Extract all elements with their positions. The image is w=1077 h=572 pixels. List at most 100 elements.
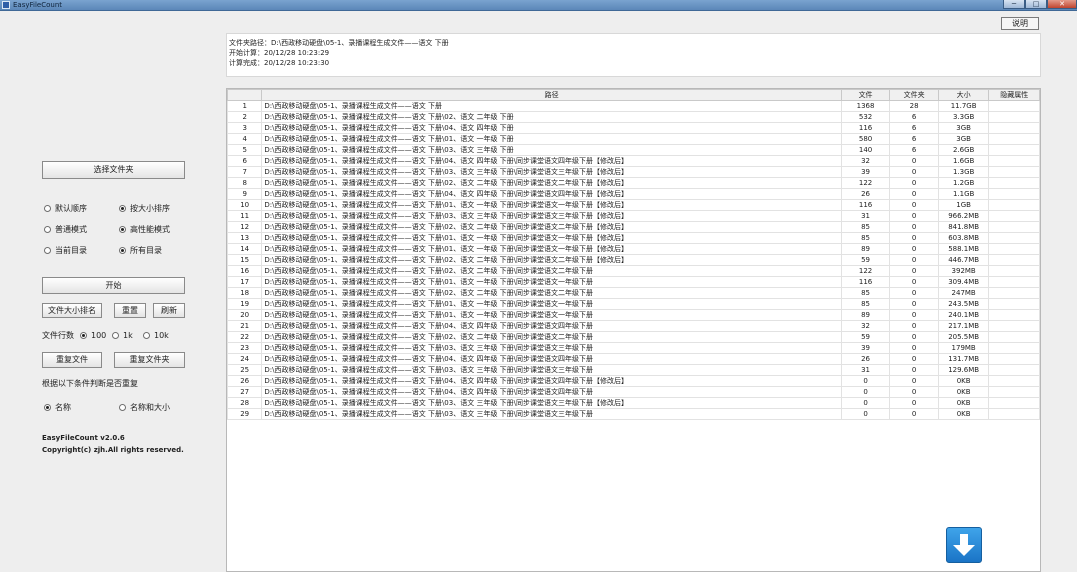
table-row[interactable]: 21 D:\西政移动硬盘\05-1、录播课程生成文件——语文 下册\04、语文 四…: [227, 320, 1040, 332]
table-row[interactable]: 20 D:\西政移动硬盘\05-1、录播课程生成文件——语文 下册\01、语文 一…: [227, 309, 1040, 321]
row-index-cell: 10: [227, 199, 263, 211]
mode-normal-radio[interactable]: 普通模式: [44, 224, 87, 236]
col-files-header[interactable]: 文件: [840, 89, 891, 101]
table-row[interactable]: 28 D:\西政移动硬盘\05-1、录播课程生成文件——语文 下册\03、语文 三…: [227, 397, 1040, 409]
dup-files-button[interactable]: 重复文件: [42, 352, 102, 368]
row-path-cell: D:\西政移动硬盘\05-1、录播课程生成文件——语文 下册\03、语文 三年级…: [261, 408, 842, 420]
row-files-cell: 1368: [840, 100, 891, 112]
row-index-cell: 3: [227, 122, 263, 134]
table-row[interactable]: 4 D:\西政移动硬盘\05-1、录播课程生成文件——语文 下册\01、语文 一年…: [227, 133, 1040, 145]
maximize-button[interactable]: □: [1025, 0, 1047, 9]
table-row[interactable]: 24 D:\西政移动硬盘\05-1、录播课程生成文件——语文 下册\04、语文 四…: [227, 353, 1040, 365]
order-size-radio[interactable]: 按大小排序: [119, 203, 170, 215]
col-folders-header[interactable]: 文件夹: [889, 89, 939, 101]
order-default-radio[interactable]: 默认顺序: [44, 203, 87, 215]
table-row[interactable]: 9 D:\西政移动硬盘\05-1、录播课程生成文件——语文 下册\04、语文 四年…: [227, 188, 1040, 200]
table-row[interactable]: 17 D:\西政移动硬盘\05-1、录播课程生成文件——语文 下册\01、语文 一…: [227, 276, 1040, 288]
row-index-cell: 8: [227, 177, 263, 189]
row-folders-cell: 0: [889, 342, 939, 354]
table-row[interactable]: 7 D:\西政移动硬盘\05-1、录播课程生成文件——语文 下册\03、语文 三年…: [227, 166, 1040, 178]
table-row[interactable]: 25 D:\西政移动硬盘\05-1、录播课程生成文件——语文 下册\03、语文 三…: [227, 364, 1040, 376]
close-button[interactable]: ✕: [1047, 0, 1077, 9]
table-row[interactable]: 19 D:\西政移动硬盘\05-1、录播课程生成文件——语文 下册\01、语文 一…: [227, 298, 1040, 310]
row-size-cell: 0KB: [937, 397, 990, 409]
start-button[interactable]: 开始: [42, 277, 185, 294]
table-row[interactable]: 10 D:\西政移动硬盘\05-1、录播课程生成文件——语文 下册\01、语文 一…: [227, 199, 1040, 211]
results-table-area[interactable]: 路径 文件 文件夹 大小 隐藏属性 1 D:\西政移动硬盘\05-1、录播课程生成…: [226, 88, 1041, 572]
row-files-cell: 116: [840, 276, 891, 288]
table-row[interactable]: 16 D:\西政移动硬盘\05-1、录播课程生成文件——语文 下册\02、语文 二…: [227, 265, 1040, 277]
radio-dot: [112, 332, 119, 339]
rows-100-label: 100: [91, 331, 107, 340]
table-row[interactable]: 8 D:\西政移动硬盘\05-1、录播课程生成文件——语文 下册\02、语文 二年…: [227, 177, 1040, 189]
row-files-cell: 0: [840, 397, 891, 409]
row-index-cell: 6: [227, 155, 263, 167]
row-folders-cell: 0: [889, 364, 939, 376]
row-folders-cell: 0: [889, 155, 939, 167]
crit-name-radio[interactable]: 名称: [44, 402, 71, 414]
row-index-cell: 25: [227, 364, 263, 376]
dir-all-radio[interactable]: 所有目录: [119, 245, 162, 257]
row-hidden-cell: [988, 100, 1040, 112]
row-files-cell: 140: [840, 144, 891, 156]
rows-1k-radio[interactable]: 1k: [112, 330, 133, 342]
refresh-button[interactable]: 刷新: [153, 303, 185, 318]
row-size-cell: 3GB: [937, 133, 990, 145]
row-hidden-cell: [988, 133, 1040, 145]
table-row[interactable]: 18 D:\西政移动硬盘\05-1、录播课程生成文件——语文 下册\02、语文 二…: [227, 287, 1040, 299]
table-row[interactable]: 15 D:\西政移动硬盘\05-1、录播课程生成文件——语文 下册\02、语文 二…: [227, 254, 1040, 266]
col-path-header[interactable]: 路径: [261, 89, 842, 101]
row-files-cell: 85: [840, 287, 891, 299]
col-index-header[interactable]: [227, 89, 263, 101]
row-hidden-cell: [988, 342, 1040, 354]
table-row[interactable]: 6 D:\西政移动硬盘\05-1、录播课程生成文件——语文 下册\04、语文 四年…: [227, 155, 1040, 167]
table-row[interactable]: 12 D:\西政移动硬盘\05-1、录播课程生成文件——语文 下册\02、语文 二…: [227, 221, 1040, 233]
row-size-cell: 0KB: [937, 408, 990, 420]
row-path-cell: D:\西政移动硬盘\05-1、录播课程生成文件——语文 下册\01、语文 一年级…: [261, 276, 842, 288]
table-row[interactable]: 26 D:\西政移动硬盘\05-1、录播课程生成文件——语文 下册\04、语文 四…: [227, 375, 1040, 387]
table-row[interactable]: 13 D:\西政移动硬盘\05-1、录播课程生成文件——语文 下册\01、语文 一…: [227, 232, 1040, 244]
col-hidden-header[interactable]: 隐藏属性: [988, 89, 1040, 101]
table-row[interactable]: 11 D:\西政移动硬盘\05-1、录播课程生成文件——语文 下册\03、语文 三…: [227, 210, 1040, 222]
row-path-cell: D:\西政移动硬盘\05-1、录播课程生成文件——语文 下册\03、语文 三年级…: [261, 144, 842, 156]
row-index-cell: 1: [227, 100, 263, 112]
row-index-cell: 16: [227, 265, 263, 277]
row-index-cell: 27: [227, 386, 263, 398]
file-size-sort-button[interactable]: 文件大小排名: [42, 303, 102, 318]
row-folders-cell: 0: [889, 199, 939, 211]
row-size-cell: 131.7MB: [937, 353, 990, 365]
table-row[interactable]: 27 D:\西政移动硬盘\05-1、录播课程生成文件——语文 下册\04、语文 四…: [227, 386, 1040, 398]
table-row[interactable]: 2 D:\西政移动硬盘\05-1、录播课程生成文件——语文 下册\02、语文 二年…: [227, 111, 1040, 123]
row-hidden-cell: [988, 364, 1040, 376]
reset-button[interactable]: 重置: [114, 303, 146, 318]
row-path-cell: D:\西政移动硬盘\05-1、录播课程生成文件——语文 下册\03、语文 三年级…: [261, 342, 842, 354]
row-folders-cell: 0: [889, 265, 939, 277]
table-row[interactable]: 23 D:\西政移动硬盘\05-1、录播课程生成文件——语文 下册\03、语文 三…: [227, 342, 1040, 354]
rows-100-radio[interactable]: 100: [80, 330, 106, 342]
table-row[interactable]: 1 D:\西政移动硬盘\05-1、录播课程生成文件——语文 下册 1368 28 11.…: [227, 100, 1040, 112]
dir-current-radio[interactable]: 当前目录: [44, 245, 87, 257]
crit-name-size-radio[interactable]: 名称和大小: [119, 402, 170, 414]
table-row[interactable]: 5 D:\西政移动硬盘\05-1、录播课程生成文件——语文 下册\03、语文 三年…: [227, 144, 1040, 156]
mode-fast-radio[interactable]: 高性能模式: [119, 224, 170, 236]
download-button[interactable]: [946, 527, 982, 563]
select-folder-button[interactable]: 选择文件夹: [42, 161, 185, 179]
table-row[interactable]: 3 D:\西政移动硬盘\05-1、录播课程生成文件——语文 下册\04、语文 四年…: [227, 122, 1040, 134]
row-path-cell: D:\西政移动硬盘\05-1、录播课程生成文件——语文 下册\01、语文 一年级…: [261, 232, 842, 244]
row-hidden-cell: [988, 188, 1040, 200]
dup-criteria-label: 根据以下条件判断是否重复: [42, 379, 138, 388]
col-size-header[interactable]: 大小: [937, 89, 990, 101]
folder-path-line: 文件夹路径：D:\西政移动硬盘\05-1、录播课程生成文件——语文 下册: [229, 39, 449, 47]
row-folders-cell: 0: [889, 188, 939, 200]
row-index-cell: 11: [227, 210, 263, 222]
table-row[interactable]: 22 D:\西政移动硬盘\05-1、录播课程生成文件——语文 下册\02、语文 二…: [227, 331, 1040, 343]
help-button[interactable]: 说明: [1001, 17, 1039, 30]
row-index-cell: 4: [227, 133, 263, 145]
table-row[interactable]: 14 D:\西政移动硬盘\05-1、录播课程生成文件——语文 下册\01、语文 一…: [227, 243, 1040, 255]
dup-folders-button[interactable]: 重复文件夹: [114, 352, 185, 368]
minimize-button[interactable]: ─: [1003, 0, 1025, 9]
rows-10k-radio[interactable]: 10k: [143, 330, 169, 342]
row-files-cell: 26: [840, 188, 891, 200]
row-path-cell: D:\西政移动硬盘\05-1、录播课程生成文件——语文 下册\01、语文 一年级…: [261, 298, 842, 310]
table-row[interactable]: 29 D:\西政移动硬盘\05-1、录播课程生成文件——语文 下册\03、语文 三…: [227, 408, 1040, 420]
